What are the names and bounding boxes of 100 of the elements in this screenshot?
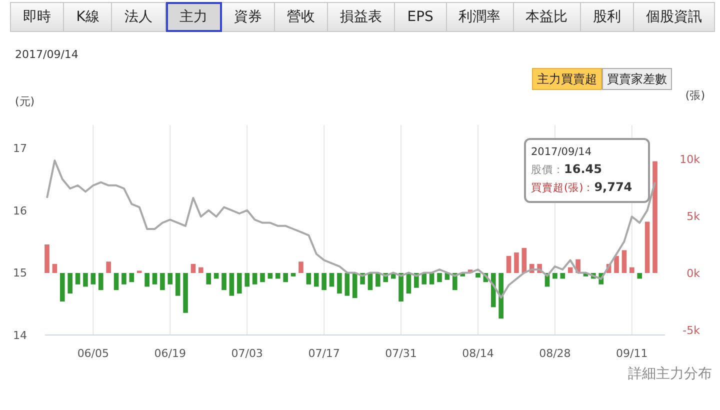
net-buy-bar [198, 267, 204, 273]
net-buy-bar [60, 273, 65, 302]
axis-label: 06/05 [77, 347, 110, 360]
net-buy-bar [591, 273, 596, 279]
toggle-button[interactable]: 主力買賣超 [532, 68, 602, 90]
detail-link[interactable]: 詳細主力分布 [628, 365, 712, 383]
tooltip-value: 9,774 [594, 179, 632, 196]
tab[interactable]: 資券 [222, 2, 275, 32]
net-buy-bar [144, 273, 150, 287]
net-buy-bar [122, 273, 126, 284]
axis-label: 14 [13, 329, 27, 342]
net-buy-bar [468, 270, 473, 273]
net-buy-bar [414, 273, 419, 288]
left-axis-unit: (元) [15, 94, 35, 110]
axis-label: 0k [686, 267, 700, 280]
net-buy-bar [44, 244, 50, 273]
axis-label: 10k [680, 153, 700, 166]
net-buy-bar [576, 259, 580, 273]
net-buy-bar [368, 273, 373, 290]
tab[interactable]: 即時 [10, 2, 64, 32]
axis-label: 06/19 [154, 347, 186, 360]
net-buy-bar [422, 273, 427, 284]
net-buy-bar [522, 248, 527, 273]
net-buy-bar [490, 273, 496, 308]
net-buy-bar [537, 264, 542, 273]
net-buy-bar [352, 273, 358, 298]
tab[interactable]: 利潤率 [446, 2, 514, 32]
axis-label: -5k [682, 324, 700, 337]
net-buy-bar [68, 273, 72, 294]
net-buy-bar [390, 273, 396, 279]
net-buy-bar [360, 273, 365, 284]
net-buy-bar [229, 273, 234, 296]
net-buy-bar [337, 273, 342, 294]
net-buy-bar [552, 273, 558, 279]
net-buy-bar [314, 273, 319, 287]
net-buy-bar [529, 264, 534, 273]
net-buy-bar [83, 273, 88, 287]
net-buy-bar [460, 273, 465, 276]
net-buy-bar [514, 252, 519, 273]
net-buy-bar [290, 273, 296, 276]
net-buy-bar [322, 273, 326, 290]
net-buy-bar [98, 273, 104, 290]
net-buy-bar [237, 273, 242, 294]
net-buy-bar [168, 273, 173, 284]
tab[interactable]: 本益比 [514, 2, 581, 32]
tab[interactable]: 營收 [274, 2, 328, 32]
tab[interactable]: 法人 [112, 2, 166, 32]
net-buy-bar [376, 273, 380, 287]
axis-label: 16 [13, 204, 27, 218]
axis-label: 15 [13, 266, 27, 280]
net-buy-bar [444, 273, 450, 280]
net-buy-bar [560, 273, 566, 279]
net-buy-bar [544, 273, 550, 287]
net-buy-bar [244, 273, 250, 287]
net-buy-bar [306, 273, 312, 284]
net-buy-bar [75, 273, 80, 284]
tab[interactable]: EPS [395, 2, 446, 32]
net-buy-bar [283, 273, 288, 282]
tab[interactable]: 主力 [166, 2, 222, 32]
tab[interactable]: 股利 [580, 2, 634, 32]
toggle-button[interactable]: 買賣家差數 [602, 68, 672, 90]
net-buy-bar [344, 273, 350, 296]
axis-label: 08/28 [539, 347, 571, 360]
net-buy-bar [476, 273, 480, 278]
tab[interactable]: 損益表 [328, 2, 396, 32]
net-buy-bar [383, 273, 388, 282]
net-buy-bar [329, 273, 334, 287]
net-buy-bar [136, 270, 142, 273]
axis-label: 09/11 [616, 347, 648, 360]
net-buy-bar [630, 267, 634, 273]
net-buy-bar [614, 256, 619, 273]
tab[interactable]: 個股資訊 [634, 2, 716, 32]
net-buy-bar [452, 273, 458, 290]
net-buy-bar [483, 273, 488, 282]
net-buy-bar [437, 273, 442, 282]
right-axis-unit: (張) [685, 88, 705, 104]
tab[interactable]: K線 [64, 2, 112, 32]
net-buy-bar [506, 256, 512, 273]
net-buy-bar [644, 222, 650, 273]
net-buy-bar [583, 273, 588, 276]
tooltip-value: 16.45 [564, 161, 602, 178]
net-buy-bar [268, 273, 273, 279]
net-buy-bar [622, 250, 627, 273]
net-buy-bar [298, 262, 304, 273]
axis-label: 07/17 [308, 347, 340, 360]
tooltip-date: 2017/09/14 [531, 145, 593, 160]
net-buy-bar [598, 273, 604, 284]
net-buy-bar [114, 273, 119, 290]
tooltip-label: 買賣超(張)： [531, 181, 594, 196]
net-buy-bar [214, 273, 219, 279]
net-buy-bar [152, 273, 158, 284]
net-buy-bar [106, 262, 111, 273]
net-buy-bar [406, 273, 412, 294]
axis-label: 08/14 [462, 347, 494, 360]
axis-label: 5k [686, 210, 700, 223]
net-buy-bar [90, 273, 96, 284]
net-buy-bar [429, 273, 434, 284]
tooltip-label: 股價： [531, 163, 564, 178]
net-buy-bar [222, 273, 226, 290]
net-buy-bar [398, 273, 404, 302]
